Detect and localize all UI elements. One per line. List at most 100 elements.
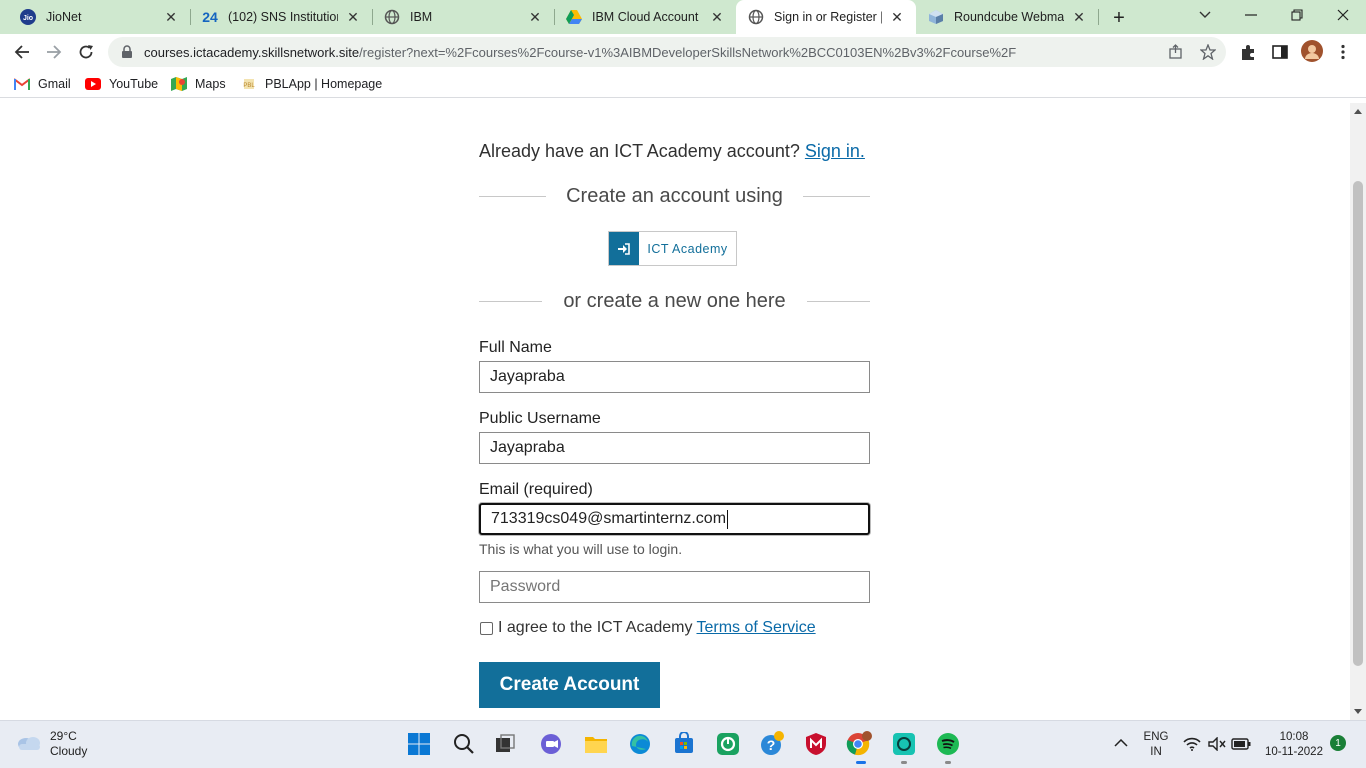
- profile-avatar[interactable]: [1301, 40, 1323, 62]
- chat-icon[interactable]: [538, 731, 564, 757]
- create-using-divider: Create an account using: [479, 185, 870, 208]
- terms-checkbox[interactable]: [480, 621, 493, 635]
- gmail-icon: [14, 77, 30, 91]
- register-page: Already have an ICT Academy account? Sig…: [0, 103, 1350, 720]
- roundcube-icon: [928, 9, 944, 25]
- email-help-text: This is what you will use to login.: [479, 541, 683, 557]
- close-icon[interactable]: ✕: [708, 8, 726, 26]
- or-create-divider: or create a new one here: [479, 290, 870, 313]
- windows-start-icon[interactable]: [406, 731, 432, 757]
- minimize-icon[interactable]: [1228, 0, 1274, 30]
- tab-ibm[interactable]: IBM ✕: [372, 0, 554, 34]
- tab-ibm-cloud-account[interactable]: IBM Cloud Account Cr ✕: [554, 0, 736, 34]
- task-view-icon[interactable]: [492, 731, 518, 757]
- microsoft-store-icon[interactable]: [671, 731, 697, 757]
- url-text: courses.ictacademy.skillsnetwork.site/re…: [144, 44, 1017, 60]
- more-menu-icon[interactable]: [1334, 43, 1352, 61]
- bookmark-gmail[interactable]: Gmail: [14, 75, 71, 93]
- svg-text:?: ?: [767, 737, 776, 753]
- bookmark-pblapp[interactable]: PBL PBLApp | Homepage: [241, 75, 382, 93]
- battery-icon[interactable]: [1230, 733, 1252, 755]
- close-icon[interactable]: ✕: [888, 8, 906, 26]
- edge-icon[interactable]: [627, 731, 653, 757]
- forward-arrow-icon[interactable]: [40, 38, 68, 66]
- browser-toolbar: courses.ictacademy.skillsnetwork.site/re…: [0, 34, 1366, 70]
- bookmarks-bar: Gmail YouTube Maps PBL PBLApp | Homepage: [0, 70, 1366, 98]
- back-arrow-icon[interactable]: [8, 38, 36, 66]
- share-icon[interactable]: [1168, 44, 1184, 60]
- tab-roundcube-webmail[interactable]: Roundcube Webmail : ✕: [916, 0, 1098, 34]
- volume-muted-icon[interactable]: [1206, 733, 1228, 755]
- chrome-icon[interactable]: [846, 731, 872, 757]
- globe-icon: [384, 9, 400, 25]
- full-name-input[interactable]: Jayapraba: [479, 361, 870, 393]
- clock[interactable]: 10:08 10-11-2022: [1262, 730, 1326, 760]
- close-window-icon[interactable]: [1320, 0, 1366, 30]
- svg-text:PBL: PBL: [243, 83, 255, 89]
- address-bar[interactable]: courses.ictacademy.skillsnetwork.site/re…: [108, 37, 1226, 67]
- app-teal-icon[interactable]: [891, 731, 917, 757]
- close-icon[interactable]: ✕: [344, 8, 362, 26]
- lock-icon[interactable]: [120, 45, 134, 59]
- language-indicator[interactable]: ENG IN: [1138, 730, 1174, 760]
- pblapp-icon: PBL: [241, 77, 257, 91]
- restore-icon[interactable]: [1274, 0, 1320, 30]
- youtube-icon: [85, 77, 101, 91]
- svg-text:Jio: Jio: [23, 15, 33, 22]
- windows-taskbar: 29°C Cloudy ? ENG IN 10:08 10-11-2022: [0, 720, 1366, 768]
- tab-sns-institutions[interactable]: 24 (102) SNS Institutions ✕: [190, 0, 372, 34]
- full-name-label: Full Name: [479, 339, 552, 356]
- ict-academy-login-button[interactable]: ICT Academy: [608, 231, 737, 266]
- side-panel-icon[interactable]: [1271, 43, 1289, 61]
- bookmark-youtube[interactable]: YouTube: [85, 75, 158, 93]
- close-icon[interactable]: ✕: [1070, 8, 1088, 26]
- weather-widget[interactable]: 29°C Cloudy: [16, 729, 87, 759]
- password-input[interactable]: Password: [479, 571, 870, 603]
- email-label: Email (required): [479, 481, 593, 498]
- text-caret: [727, 509, 729, 529]
- tab-search-chevron-icon[interactable]: [1182, 0, 1228, 30]
- bookmark-star-icon[interactable]: [1199, 43, 1217, 61]
- reload-icon[interactable]: [72, 38, 100, 66]
- spotify-running-indicator: [945, 761, 951, 764]
- email-input[interactable]: 713319cs049@smartinternz.com: [479, 503, 870, 535]
- terms-of-service-link[interactable]: Terms of Service: [696, 619, 815, 637]
- whatsapp-like-icon[interactable]: [715, 731, 741, 757]
- search-icon[interactable]: [451, 731, 477, 757]
- spotify-icon[interactable]: [935, 731, 961, 757]
- notification-badge[interactable]: 1: [1330, 735, 1346, 751]
- new-tab-plus-icon[interactable]: +: [1108, 7, 1130, 29]
- create-account-button[interactable]: Create Account: [479, 662, 660, 708]
- username-label: Public Username: [479, 410, 601, 427]
- close-icon[interactable]: ✕: [162, 8, 180, 26]
- tab-strip: Jio JioNet ✕ 24 (102) SNS Institutions ✕…: [0, 0, 1366, 34]
- extensions-puzzle-icon[interactable]: [1239, 43, 1257, 61]
- close-icon[interactable]: ✕: [526, 8, 544, 26]
- cloud-icon: [16, 733, 42, 756]
- chevron-up-icon[interactable]: [1110, 732, 1132, 754]
- weather-temp: 29°C: [50, 729, 77, 743]
- terms-agreement: I agree to the ICT Academy Terms of Serv…: [479, 619, 870, 637]
- scroll-down-icon[interactable]: [1354, 709, 1362, 714]
- google-drive-icon: [566, 9, 582, 25]
- help-icon[interactable]: ?: [759, 731, 785, 757]
- mcafee-shield-icon[interactable]: [803, 731, 829, 757]
- sign-in-icon: [609, 232, 639, 265]
- globe-icon: [748, 9, 764, 25]
- sns-icon: 24: [202, 9, 218, 25]
- file-explorer-icon[interactable]: [583, 731, 609, 757]
- scroll-up-icon[interactable]: [1354, 109, 1362, 114]
- scroll-thumb[interactable]: [1353, 181, 1363, 666]
- jio-icon: Jio: [20, 9, 36, 25]
- bookmark-maps[interactable]: Maps: [171, 75, 226, 93]
- username-input[interactable]: Jayapraba: [479, 432, 870, 464]
- already-have-account: Already have an ICT Academy account? Sig…: [479, 141, 865, 161]
- sign-in-link[interactable]: Sign in.: [805, 141, 865, 161]
- app-running-indicator: [901, 761, 907, 764]
- wifi-icon[interactable]: [1181, 733, 1203, 755]
- tab-jionet[interactable]: Jio JioNet ✕: [8, 0, 190, 34]
- page-scrollbar[interactable]: [1350, 103, 1366, 720]
- tab-separator: [1098, 9, 1099, 25]
- tab-sign-in-register[interactable]: Sign in or Register | IC ✕: [736, 0, 916, 34]
- weather-desc: Cloudy: [50, 744, 88, 758]
